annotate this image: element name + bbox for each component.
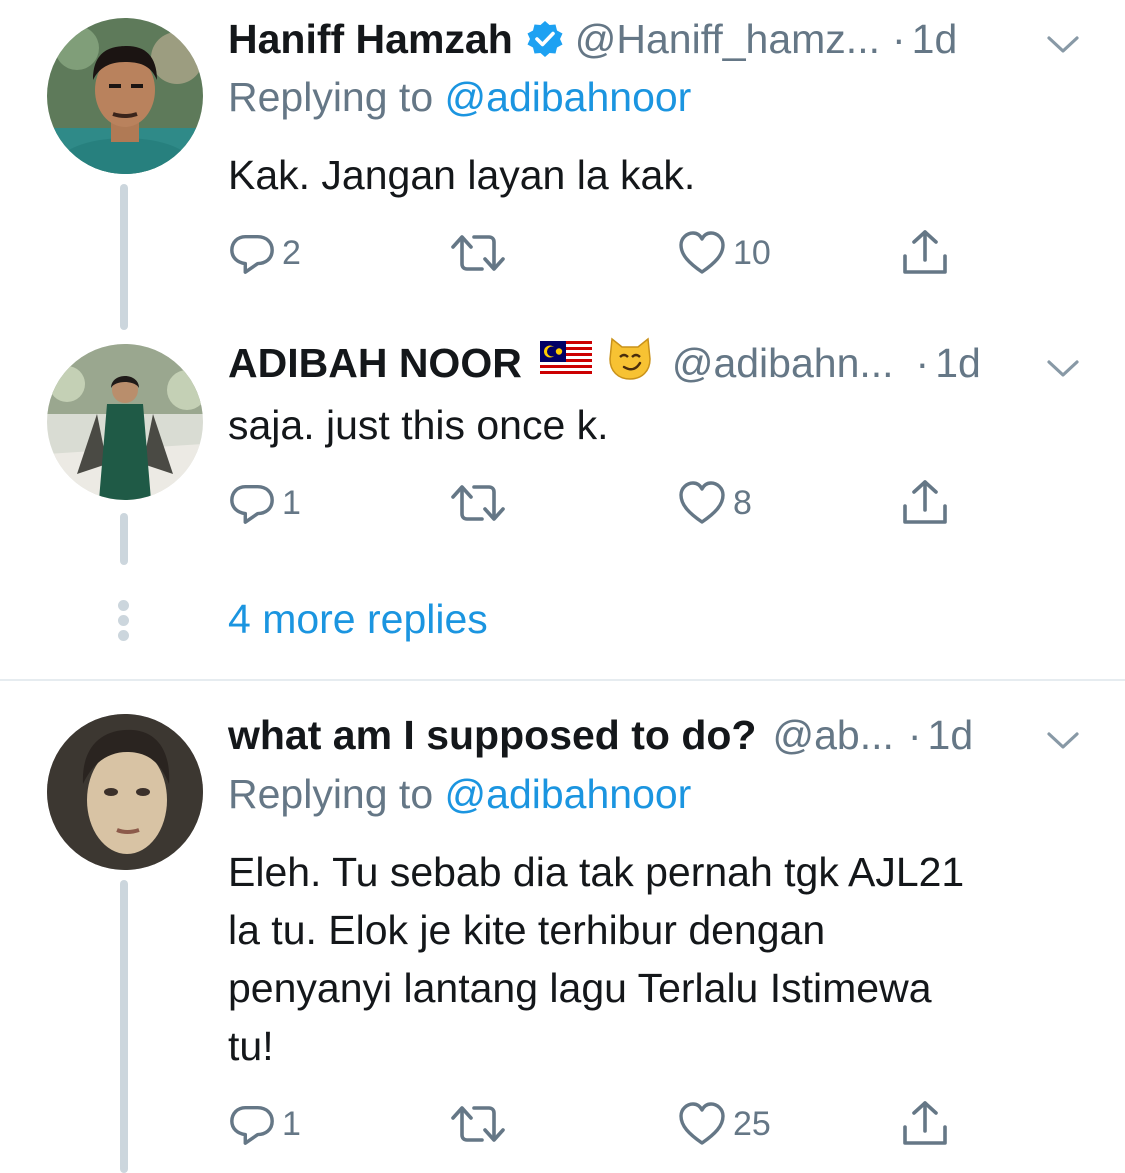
like-count: 25	[733, 1104, 771, 1143]
tweet-text: Kak. Jangan layan la kak.	[228, 152, 696, 198]
display-name[interactable]: what am I supposed to do?	[228, 710, 756, 760]
reply-icon	[228, 1100, 276, 1148]
mention-link[interactable]: @adibahnoor	[445, 74, 692, 120]
mention-link[interactable]: @adibahnoor	[445, 771, 692, 817]
tweet-text: saja. just this once k.	[228, 402, 609, 448]
malaysia-flag-icon	[539, 338, 592, 388]
reply-button[interactable]: 1	[228, 1099, 301, 1149]
replying-to-label: Replying to	[228, 74, 434, 120]
retweet-button[interactable]	[450, 228, 512, 278]
timestamp[interactable]: 1d	[935, 338, 981, 388]
replying-to: Replying to @adibahnoor	[228, 771, 691, 818]
separator-dot: ·	[907, 712, 922, 758]
more-replies-dots-icon	[118, 600, 130, 645]
chevron-down-icon[interactable]	[1043, 30, 1083, 58]
reply-button[interactable]: 1	[228, 478, 301, 528]
replying-to-label: Replying to	[228, 771, 434, 817]
like-icon	[677, 480, 727, 526]
divider	[0, 679, 1125, 681]
retweet-button[interactable]	[450, 1099, 512, 1149]
smirking-cat-icon	[606, 335, 654, 392]
share-icon	[900, 478, 950, 528]
like-button[interactable]: 8	[677, 478, 752, 528]
tweet-text-line: la tu. Elok je kite terhibur dengan	[228, 907, 826, 953]
thread-line	[120, 880, 128, 1173]
like-icon	[677, 1101, 727, 1147]
like-count: 10	[733, 233, 771, 272]
timestamp[interactable]: 1d	[912, 14, 958, 64]
separator-dot: ·	[891, 16, 906, 62]
tweet-text-line: Eleh. Tu sebab dia tak pernah tgk AJL21	[228, 849, 965, 895]
like-icon	[677, 230, 727, 276]
share-button[interactable]	[900, 1099, 950, 1149]
user-handle[interactable]: @ab...	[772, 710, 893, 760]
reply-icon	[228, 229, 276, 277]
tweet-text: Eleh. Tu sebab dia tak pernah tgk AJL21 …	[228, 843, 1088, 1075]
avatar[interactable]	[47, 344, 203, 500]
tweet-text-line: tu!	[228, 1023, 274, 1069]
thread-line	[120, 184, 128, 330]
chevron-down-icon[interactable]	[1043, 726, 1083, 754]
retweet-icon	[450, 478, 506, 528]
like-button[interactable]: 25	[677, 1099, 771, 1149]
avatar[interactable]	[47, 18, 203, 174]
more-replies-link[interactable]: 4 more replies	[228, 596, 488, 643]
tweet-header: what am I supposed to do? @ab... · 1d	[228, 710, 973, 760]
replying-to: Replying to @adibahnoor	[228, 74, 691, 121]
retweet-icon	[450, 1099, 506, 1149]
reply-icon	[228, 479, 276, 527]
share-icon	[900, 1099, 950, 1149]
retweet-button[interactable]	[450, 478, 512, 528]
chevron-down-icon[interactable]	[1043, 354, 1083, 382]
like-button[interactable]: 10	[677, 228, 771, 278]
reply-count: 2	[282, 233, 301, 272]
verified-badge-icon	[525, 19, 565, 59]
share-button[interactable]	[900, 228, 950, 278]
user-handle[interactable]: @adibahn...	[672, 338, 894, 388]
timestamp[interactable]: 1d	[928, 710, 974, 760]
avatar[interactable]	[47, 714, 203, 870]
separator-dot: ·	[915, 340, 930, 386]
reply-button[interactable]: 2	[228, 228, 301, 278]
thread-line	[120, 513, 128, 565]
tweet-header: Haniff Hamzah @Haniff_hamz... · 1d	[228, 14, 957, 64]
like-count: 8	[733, 483, 752, 522]
share-button[interactable]	[900, 478, 950, 528]
share-icon	[900, 228, 950, 278]
retweet-icon	[450, 228, 506, 278]
tweet-text-line: penyanyi lantang lagu Terlalu Istimewa	[228, 965, 932, 1011]
display-name[interactable]: Haniff Hamzah	[228, 14, 513, 64]
display-name[interactable]: ADIBAH NOOR	[228, 338, 522, 388]
tweet-header: ADIBAH NOOR @adibahn... · 1d	[228, 337, 981, 388]
reply-count: 1	[282, 483, 301, 522]
user-handle[interactable]: @Haniff_hamz...	[575, 14, 880, 64]
reply-count: 1	[282, 1104, 301, 1143]
